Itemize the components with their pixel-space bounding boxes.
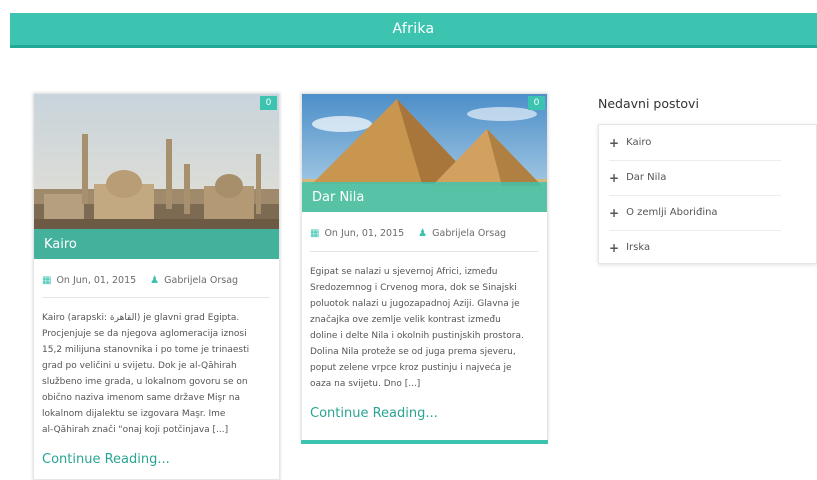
recent-post-item[interactable]: + Irska (609, 230, 781, 265)
divider (310, 251, 538, 252)
user-icon: ♟ (418, 228, 428, 239)
comment-count-badge: 0 (260, 96, 277, 110)
excerpt-line: al-Qāhirah znači "onaj koji potčinjava [… (42, 425, 229, 435)
post-title-text[interactable]: Kairo (44, 237, 77, 252)
post-author[interactable]: Gabrijela Orsag (432, 228, 506, 239)
continue-reading-link[interactable]: Continue Reading... (42, 452, 170, 467)
excerpt-line: doline i delte Nila i okolnih pustinjski… (310, 331, 524, 341)
excerpt-line: obično naziva imenom same države Mişr na (42, 393, 241, 403)
post-date: On Jun, 01, 2015 (324, 228, 405, 239)
plus-icon: + (609, 170, 620, 185)
post-meta: ▦ On Jun, 01, 2015 ♟ Gabrijela Orsag (42, 275, 238, 286)
divider (42, 297, 270, 298)
continue-reading-link[interactable]: Continue Reading... (310, 406, 438, 421)
post-excerpt: Egipat se nalazi u sjevernoj Africi, izm… (310, 264, 540, 392)
recent-post-label[interactable]: O zemlji Aboriđina (626, 207, 718, 218)
page-header: Afrika (10, 13, 817, 45)
excerpt-line: lokalnom dijalektu se izgovara Maşr. Ime (42, 409, 226, 419)
card-bottom-bar (301, 440, 548, 444)
page-title: Afrika (392, 21, 435, 37)
excerpt-line: oaza na svijetu. Dno [...] (310, 379, 421, 389)
excerpt-line: poluotok nalazi u jugozapadnoj Aziji. Gl… (310, 299, 520, 309)
recent-post-label[interactable]: Kairo (626, 137, 651, 148)
post-title[interactable]: Kairo (34, 229, 279, 259)
recent-posts-widget: + Kairo + Dar Nila + O zemlji Aboriđina … (598, 124, 817, 264)
recent-post-item[interactable]: + O zemlji Aboriđina (609, 195, 781, 231)
post-excerpt: Kairo (arapski: القاهرة) je glavni grad … (42, 310, 272, 438)
post-meta: ▦ On Jun, 01, 2015 ♟ Gabrijela Orsag (310, 228, 506, 239)
post-title[interactable]: Dar Nila (302, 182, 547, 212)
calendar-icon: ▦ (42, 275, 52, 286)
sidebar-title: Nedavni postovi (598, 96, 699, 111)
post-author[interactable]: Gabrijela Orsag (164, 275, 238, 286)
recent-post-item[interactable]: + Dar Nila (609, 160, 781, 196)
calendar-icon: ▦ (310, 228, 320, 239)
user-icon: ♟ (150, 275, 160, 286)
post-date: On Jun, 01, 2015 (56, 275, 137, 286)
plus-icon: + (609, 205, 620, 220)
excerpt-line: Egipat se nalazi u sjevernoj Africi, izm… (310, 267, 498, 277)
excerpt-line: Sredozemnog i Crvenog mora, dok se Sinaj… (310, 283, 517, 293)
post-card-dar-nila: Dar Nila 0 ▦ On Jun, 01, 2015 ♟ Gabrijel… (301, 93, 548, 444)
post-title-text[interactable]: Dar Nila (312, 190, 364, 205)
excerpt-line: Dolina Nila proteže se od juga prema sje… (310, 347, 516, 357)
excerpt-line: službeno ime grada, u lokalnom govoru se… (42, 377, 248, 387)
recent-post-label[interactable]: Irska (626, 242, 650, 253)
excerpt-line: Procjenjuje se da njegova aglomeracija i… (42, 329, 247, 339)
recent-post-item[interactable]: + Kairo (609, 125, 781, 161)
excerpt-line: poput zelene vrpce kroz pustinju i najve… (310, 363, 512, 373)
excerpt-line: Kairo (arapski: القاهرة) je glavni grad … (42, 313, 240, 323)
excerpt-line: 15,2 milijuna stanovnika i po tome je tr… (42, 345, 250, 355)
excerpt-line: grad po veličini u svijetu. Dok je al-Qā… (42, 361, 237, 371)
post-card-kairo: Kairo 0 ▦ On Jun, 01, 2015 ♟ Gabrijela O… (33, 93, 280, 480)
plus-icon: + (609, 135, 620, 150)
recent-post-label[interactable]: Dar Nila (626, 172, 666, 183)
header-underline (10, 45, 817, 48)
comment-count-badge: 0 (528, 96, 545, 110)
plus-icon: + (609, 240, 620, 255)
excerpt-line: značajka ove zemlje velik kontrast izmeđ… (310, 315, 501, 325)
